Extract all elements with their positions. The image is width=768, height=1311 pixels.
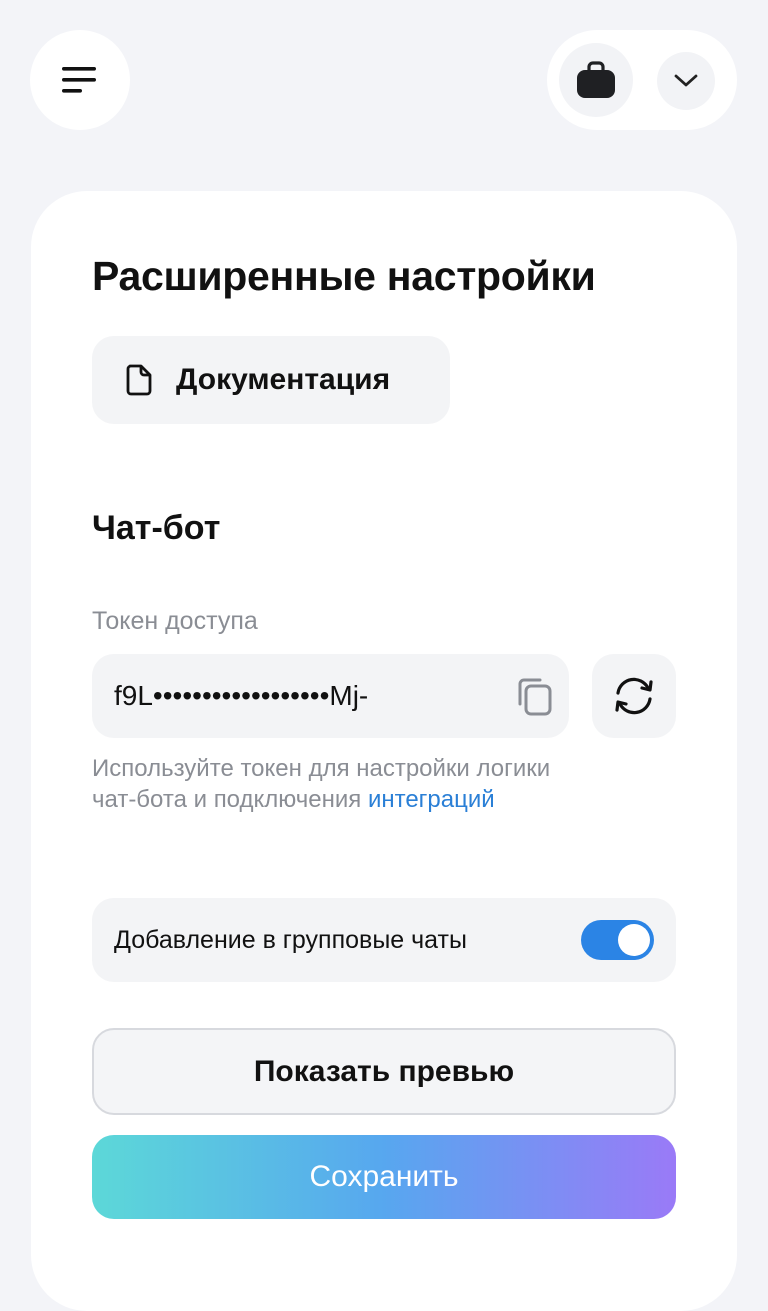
group-chats-label: Добавление в групповые чаты (114, 926, 467, 954)
document-icon (126, 364, 152, 396)
menu-lines-icon (62, 67, 96, 93)
show-preview-button[interactable]: Показать превью (92, 1028, 676, 1115)
token-label: Токен доступа (92, 607, 258, 635)
chevron-down-icon (674, 74, 698, 87)
group-chats-toggle[interactable] (581, 920, 654, 960)
copy-icon (518, 678, 552, 716)
save-button[interactable]: Сохранить (92, 1135, 676, 1219)
briefcase-icon (577, 61, 615, 98)
page-title: Расширенные настройки (92, 253, 596, 299)
settings-card: Расширенные настройки Документация Чат-б… (31, 191, 737, 1311)
account-switcher (547, 30, 737, 130)
integrations-link[interactable]: интеграций (368, 784, 495, 815)
top-bar (0, 0, 768, 160)
token-hint: Используйте токен для настройки логики ч… (92, 753, 552, 815)
token-value: f9L••••••••••••••••••Mj- (114, 680, 369, 711)
menu-button[interactable] (30, 30, 130, 130)
account-dropdown-button[interactable] (657, 52, 715, 110)
copy-token-button[interactable] (512, 674, 556, 718)
refresh-icon (615, 677, 653, 715)
chatbot-section-title: Чат-бот (92, 509, 221, 547)
regenerate-token-button[interactable] (592, 654, 676, 738)
token-field[interactable]: f9L••••••••••••••••••Mj- (92, 654, 569, 738)
business-button[interactable] (559, 43, 633, 117)
toggle-knob (618, 924, 650, 956)
documentation-button[interactable]: Документация (92, 336, 450, 424)
group-chats-setting: Добавление в групповые чаты (92, 898, 676, 982)
documentation-label: Документация (176, 363, 391, 396)
